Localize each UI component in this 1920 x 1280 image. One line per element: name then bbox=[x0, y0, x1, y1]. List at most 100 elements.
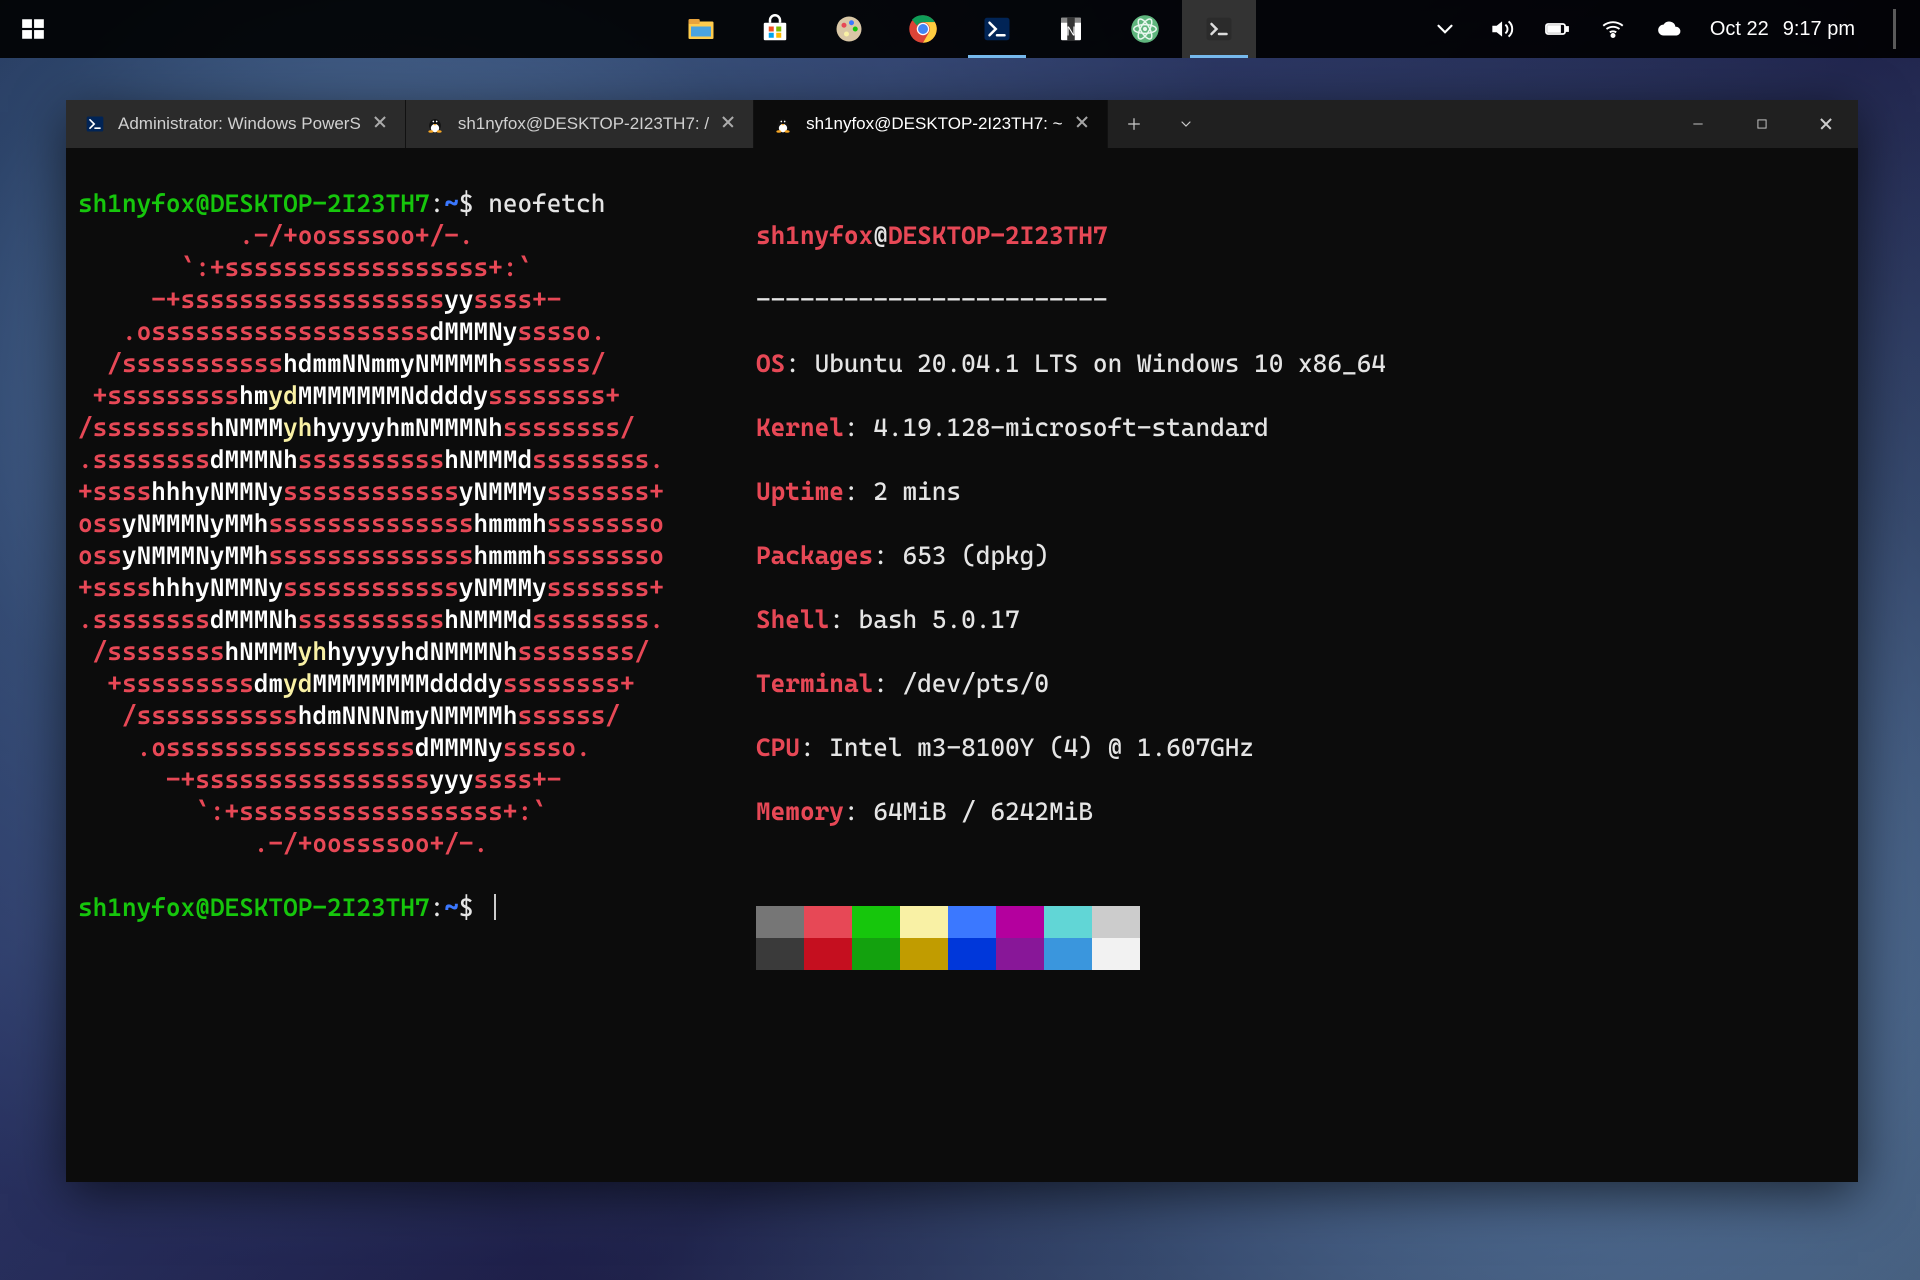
window-controls bbox=[1666, 100, 1858, 148]
chevron-down-icon bbox=[1178, 116, 1194, 132]
notepad-icon: N bbox=[1056, 14, 1086, 44]
close-button[interactable] bbox=[1794, 100, 1858, 148]
tab-label: sh1nyfox@DESKTOP-2I23TH7: ~ bbox=[806, 114, 1062, 134]
entered-command: neofetch bbox=[488, 189, 605, 218]
volume-icon[interactable] bbox=[1486, 14, 1516, 44]
taskbar-app-paint[interactable] bbox=[812, 0, 886, 58]
wifi-icon[interactable] bbox=[1598, 14, 1628, 44]
close-icon[interactable] bbox=[721, 115, 739, 133]
taskbar-date: Oct 22 bbox=[1710, 18, 1769, 41]
info-separator: ------------------------ bbox=[756, 284, 1386, 316]
neofetch-color-swatches bbox=[756, 906, 1386, 970]
info-value-os: : Ubuntu 20.04.1 LTS on Windows 10 x86_6… bbox=[785, 349, 1386, 378]
new-tab-button[interactable] bbox=[1108, 116, 1160, 132]
color-swatch bbox=[996, 906, 1044, 938]
show-desktop-button[interactable] bbox=[1893, 9, 1896, 49]
close-icon[interactable] bbox=[373, 115, 391, 133]
info-label-packages: Packages bbox=[756, 541, 873, 570]
color-swatch bbox=[996, 938, 1044, 970]
prompt-user: sh1nyfox@DESKTOP-2I23TH7 bbox=[78, 189, 430, 218]
tray-chevron-icon[interactable] bbox=[1430, 14, 1460, 44]
tux-icon bbox=[424, 113, 446, 135]
taskbar-clock[interactable]: Oct 22 9:17 pm bbox=[1710, 18, 1855, 41]
tab-powershell[interactable]: Administrator: Windows PowerS bbox=[66, 100, 406, 148]
color-swatch bbox=[804, 938, 852, 970]
windows-terminal-window: Administrator: Windows PowerS sh1nyfox@D… bbox=[66, 100, 1858, 1182]
taskbar-time: 9:17 pm bbox=[1783, 18, 1855, 41]
maximize-icon bbox=[1755, 117, 1769, 131]
color-swatch bbox=[756, 938, 804, 970]
terminal-cursor bbox=[494, 894, 496, 920]
prompt-symbol: $ bbox=[459, 189, 474, 218]
info-label-terminal: Terminal bbox=[756, 669, 873, 698]
taskbar-app-terminal[interactable] bbox=[1182, 0, 1256, 58]
start-button[interactable] bbox=[0, 0, 66, 58]
minimize-button[interactable] bbox=[1666, 100, 1730, 148]
color-swatch bbox=[1044, 906, 1092, 938]
color-swatch bbox=[852, 906, 900, 938]
info-label-os: OS bbox=[756, 349, 785, 378]
powershell-icon bbox=[84, 113, 106, 135]
tab-wsl-home[interactable]: sh1nyfox@DESKTOP-2I23TH7: ~ bbox=[754, 100, 1107, 148]
info-value-cpu: : Intel m3-8100Y (4) @ 1.607GHz bbox=[800, 733, 1254, 762]
powershell-icon bbox=[982, 14, 1012, 44]
window-titlebar: Administrator: Windows PowerS sh1nyfox@D… bbox=[66, 100, 1858, 148]
taskbar: N Oct 22 9:17 pm bbox=[0, 0, 1920, 58]
taskbar-app-store[interactable] bbox=[738, 0, 812, 58]
onedrive-icon[interactable] bbox=[1654, 14, 1684, 44]
prompt-user: sh1nyfox@DESKTOP-2I23TH7 bbox=[78, 893, 430, 922]
close-icon[interactable] bbox=[1075, 115, 1093, 133]
taskbar-app-explorer[interactable] bbox=[664, 0, 738, 58]
info-value-kernel: : 4.19.128-microsoft-standard bbox=[844, 413, 1269, 442]
chrome-icon bbox=[908, 14, 938, 44]
info-label-kernel: Kernel bbox=[756, 413, 844, 442]
prompt-symbol: $ bbox=[459, 893, 474, 922]
color-swatch bbox=[1092, 906, 1140, 938]
color-swatch bbox=[900, 938, 948, 970]
info-label-shell: Shell bbox=[756, 605, 829, 634]
file-explorer-icon bbox=[686, 14, 716, 44]
atom-icon bbox=[1130, 14, 1160, 44]
tab-label: sh1nyfox@DESKTOP-2I23TH7: / bbox=[458, 114, 709, 134]
info-value-packages: : 653 (dpkg) bbox=[873, 541, 1049, 570]
prompt-path: ~ bbox=[444, 189, 459, 218]
color-swatch bbox=[804, 906, 852, 938]
color-swatch bbox=[1092, 938, 1140, 970]
color-swatch bbox=[1044, 938, 1092, 970]
tab-strip: Administrator: Windows PowerS sh1nyfox@D… bbox=[66, 100, 1108, 148]
info-value-memory: : 64MiB / 6242MiB bbox=[844, 797, 1093, 826]
windows-logo-icon bbox=[20, 16, 46, 42]
tab-wsl-root[interactable]: sh1nyfox@DESKTOP-2I23TH7: / bbox=[406, 100, 754, 148]
plus-icon bbox=[1126, 116, 1142, 132]
terminal-icon bbox=[1204, 14, 1234, 44]
info-value-uptime: : 2 mins bbox=[844, 477, 961, 506]
palette-icon bbox=[834, 14, 864, 44]
color-swatch bbox=[756, 906, 804, 938]
info-value-shell: : bash 5.0.17 bbox=[829, 605, 1019, 634]
minimize-icon bbox=[1691, 117, 1705, 131]
info-user: sh1nyfox bbox=[756, 221, 873, 250]
taskbar-app-notepad[interactable]: N bbox=[1034, 0, 1108, 58]
tab-label: Administrator: Windows PowerS bbox=[118, 114, 361, 134]
taskbar-app-atom[interactable] bbox=[1108, 0, 1182, 58]
color-swatch bbox=[900, 906, 948, 938]
terminal-viewport[interactable]: sh1nyfox@DESKTOP-2I23TH7:~$ neofetch .-/… bbox=[66, 148, 1858, 1182]
prompt-path: ~ bbox=[444, 893, 459, 922]
battery-icon[interactable] bbox=[1542, 14, 1572, 44]
tab-dropdown-button[interactable] bbox=[1160, 116, 1212, 132]
info-label-cpu: CPU bbox=[756, 733, 800, 762]
info-at: @ bbox=[873, 221, 888, 250]
neofetch-info-panel: sh1nyfox@DESKTOP-2I23TH7 ---------------… bbox=[756, 188, 1386, 1034]
color-swatch bbox=[948, 906, 996, 938]
microsoft-store-icon bbox=[760, 14, 790, 44]
color-swatch bbox=[948, 938, 996, 970]
info-label-memory: Memory bbox=[756, 797, 844, 826]
maximize-button[interactable] bbox=[1730, 100, 1794, 148]
info-host: DESKTOP-2I23TH7 bbox=[888, 221, 1108, 250]
svg-text:N: N bbox=[1066, 24, 1075, 38]
taskbar-app-chrome[interactable] bbox=[886, 0, 960, 58]
taskbar-app-powershell[interactable] bbox=[960, 0, 1034, 58]
color-swatch bbox=[852, 938, 900, 970]
info-value-terminal: : /dev/pts/0 bbox=[873, 669, 1049, 698]
system-tray: Oct 22 9:17 pm bbox=[1430, 0, 1920, 58]
